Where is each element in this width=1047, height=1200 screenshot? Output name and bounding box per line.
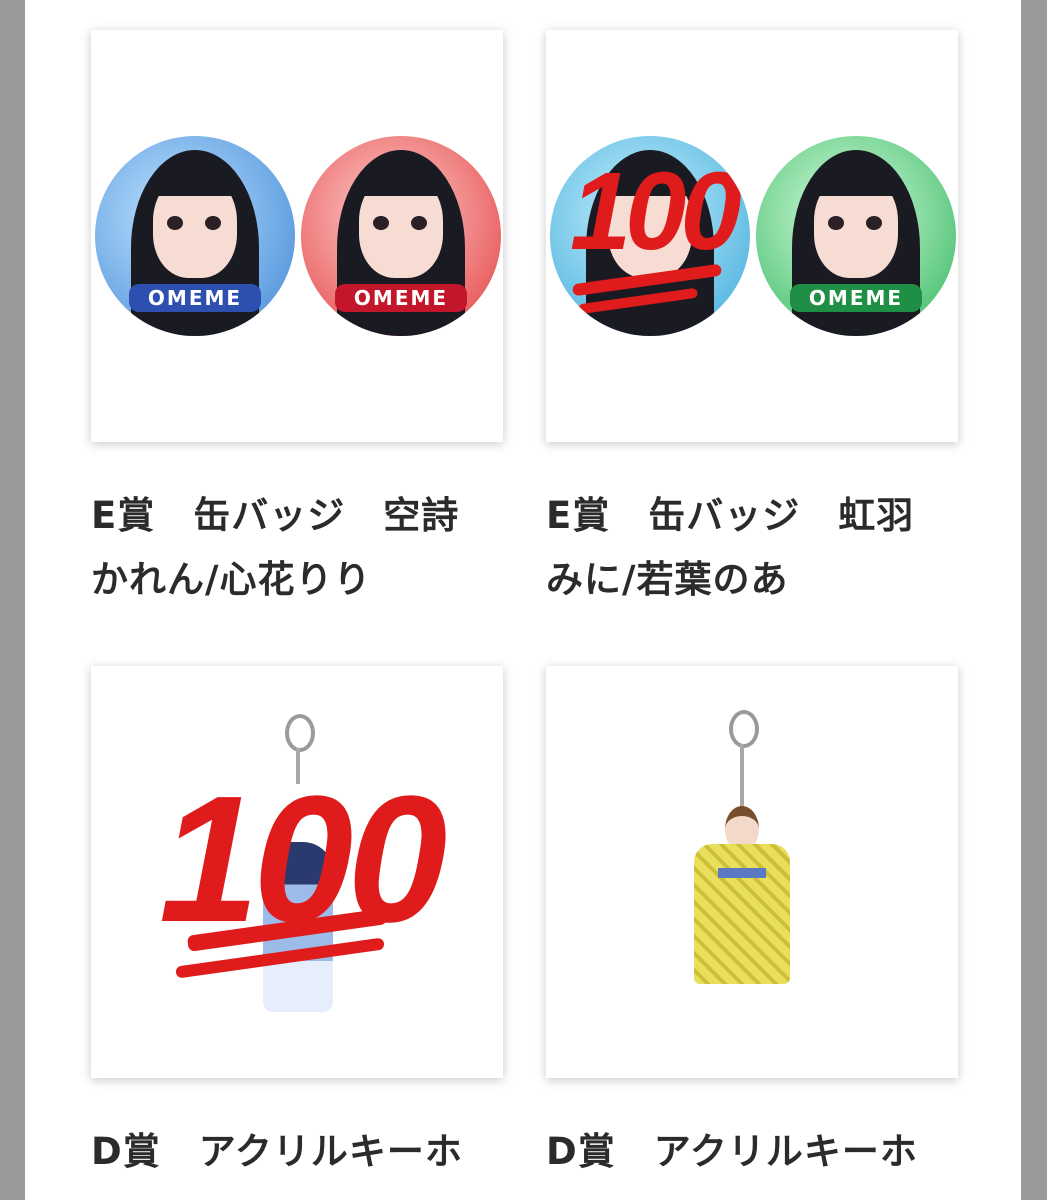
- badge-blue: OMEME: [95, 136, 295, 336]
- product-image[interactable]: 100 OMEME: [546, 30, 958, 442]
- yukata-figure: [694, 844, 790, 984]
- product-title[interactable]: E賞 缶バッジ 虹羽みに/若葉のあ: [546, 484, 946, 612]
- product-card-d-keychain-1[interactable]: 100 D賞 アクリルキーホ: [91, 666, 503, 1184]
- product-image[interactable]: OMEME OMEME: [91, 30, 503, 442]
- product-image[interactable]: [546, 666, 958, 1078]
- product-title[interactable]: D賞 アクリルキーホ: [91, 1120, 491, 1184]
- product-title[interactable]: D賞 アクリルキーホ: [546, 1120, 946, 1184]
- badge-green: OMEME: [756, 136, 956, 336]
- product-grid-page: OMEME OMEME E賞 缶バッジ 空詩かれん/心花りり 100 OMEME…: [25, 0, 1021, 1200]
- product-card-e-badge-2[interactable]: 100 OMEME E賞 缶バッジ 虹羽みに/若葉のあ: [546, 30, 958, 612]
- product-card-d-keychain-2[interactable]: D賞 アクリルキーホ: [546, 666, 958, 1184]
- keyring-icon: [729, 710, 759, 748]
- badge-red: OMEME: [301, 136, 501, 336]
- product-image[interactable]: 100: [91, 666, 503, 1078]
- keyring-icon: [285, 714, 315, 752]
- badge-blue-100: 100: [550, 136, 750, 336]
- product-title[interactable]: E賞 缶バッジ 空詩かれん/心花りり: [91, 484, 491, 612]
- product-card-e-badge-1[interactable]: OMEME OMEME E賞 缶バッジ 空詩かれん/心花りり: [91, 30, 503, 612]
